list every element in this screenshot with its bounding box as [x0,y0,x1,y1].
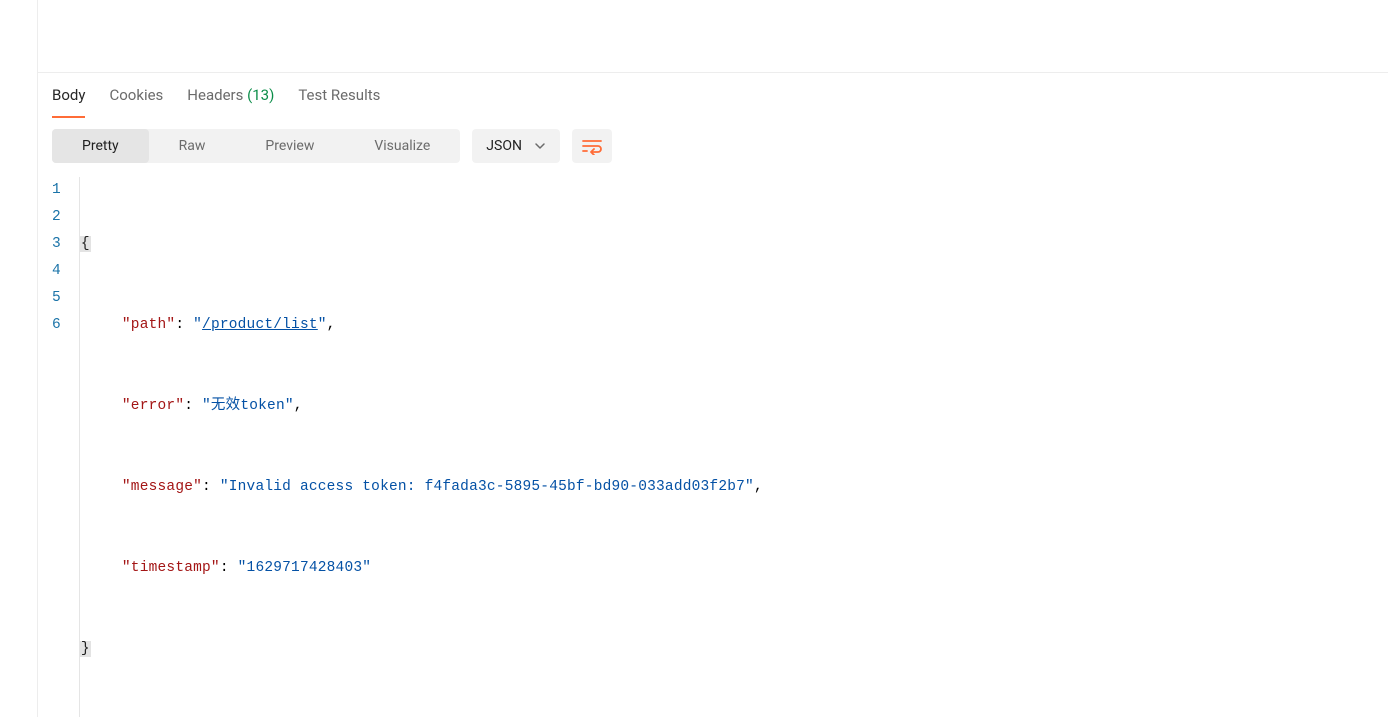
tab-test-results[interactable]: Test Results [298,73,380,117]
view-controls: Pretty Raw Preview Visualize JSON [52,117,1374,173]
tab-cookies[interactable]: Cookies [109,73,163,117]
wrap-icon [581,137,603,155]
wrap-lines-button[interactable] [572,129,612,163]
format-select[interactable]: JSON [472,129,560,163]
tab-body[interactable]: Body [52,73,85,117]
line-number: 6 [52,312,61,339]
view-pretty-button[interactable]: Pretty [52,129,149,163]
view-preview-button[interactable]: Preview [235,129,344,163]
line-number: 1 [52,177,61,204]
view-mode-group: Pretty Raw Preview Visualize [52,129,460,163]
headers-count: (13) [247,86,274,104]
tab-headers[interactable]: Headers (13) [187,73,274,117]
view-visualize-button[interactable]: Visualize [344,129,460,163]
line-number: 3 [52,231,61,258]
format-select-value: JSON [486,138,522,154]
response-body: 1 2 3 4 5 6 { "path": "/product/list", "… [52,177,1374,717]
line-number: 2 [52,204,61,231]
line-number: 5 [52,285,61,312]
view-raw-button[interactable]: Raw [149,129,236,163]
chevron-down-icon [534,140,546,152]
tab-headers-label: Headers [187,86,243,104]
line-number: 4 [52,258,61,285]
line-gutter: 1 2 3 4 5 6 [52,177,79,717]
code-content[interactable]: { "path": "/product/list", "error": "无效t… [80,177,763,717]
response-tabs: Body Cookies Headers (13) Test Results [52,73,1374,117]
